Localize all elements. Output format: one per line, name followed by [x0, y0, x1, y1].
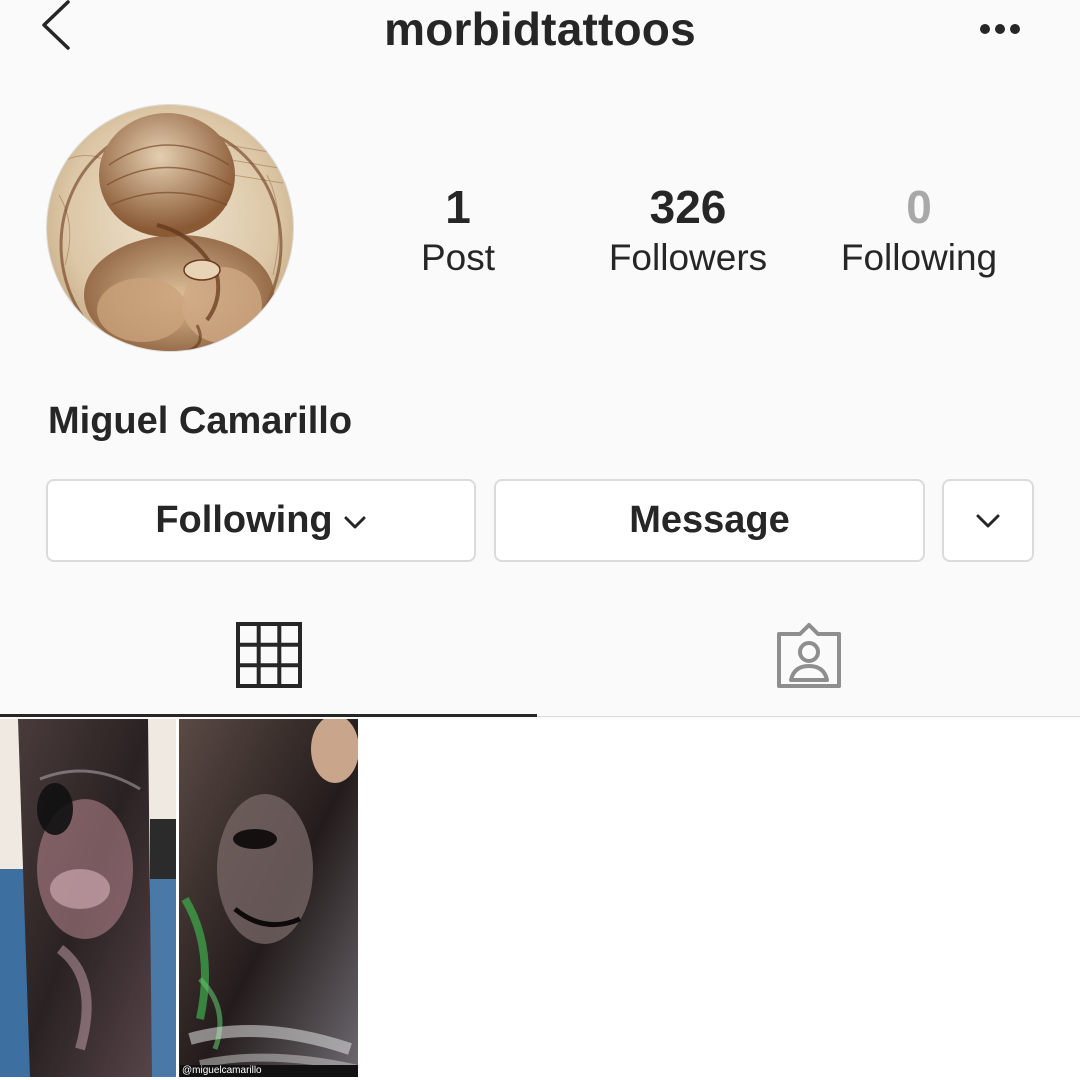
stat-posts[interactable]: 1 Post — [398, 178, 518, 280]
more-horizontal-icon — [980, 24, 1020, 34]
posts-count: 1 — [445, 181, 471, 233]
following-button-label: Following — [155, 499, 333, 541]
more-options-button[interactable] — [972, 14, 1028, 44]
chevron-down-icon — [976, 514, 1000, 527]
tagged-person-icon — [777, 623, 841, 688]
chevron-down-icon — [344, 516, 366, 528]
grid-icon — [236, 622, 302, 688]
following-count: 0 — [906, 181, 932, 233]
profile-avatar[interactable] — [46, 104, 294, 352]
message-button-label: Message — [629, 499, 790, 541]
stat-followers[interactable]: 326 Followers — [588, 178, 788, 280]
followers-count: 326 — [649, 181, 727, 233]
posts-label: Post — [420, 237, 496, 278]
following-button[interactable]: Following — [46, 479, 476, 562]
following-label: Following — [840, 237, 998, 278]
message-button[interactable]: Message — [494, 479, 925, 562]
profile-username: morbidtattoos — [384, 3, 696, 55]
avatar-image — [47, 105, 293, 351]
post-watermark: @miguelcamarillo — [180, 1065, 358, 1077]
tab-divider — [537, 716, 1080, 717]
posts-grid: @miguelcamarillo — [0, 719, 1080, 1080]
suggested-accounts-button[interactable] — [942, 479, 1034, 562]
stat-following[interactable]: 0 Following — [824, 178, 1014, 280]
profile-full-name: Miguel Camarillo — [48, 400, 353, 442]
tab-grid[interactable] — [0, 600, 537, 717]
post-thumbnail[interactable]: @miguelcamarillo — [0, 719, 358, 1077]
top-nav-bar: morbidtattoos — [0, 0, 1080, 60]
post-image — [0, 719, 358, 1077]
followers-label: Followers — [608, 237, 768, 278]
tab-tagged[interactable] — [537, 600, 1080, 718]
profile-screen: morbidtattoos 1 Post 326 Followers 0 Fol… — [0, 0, 1080, 1080]
